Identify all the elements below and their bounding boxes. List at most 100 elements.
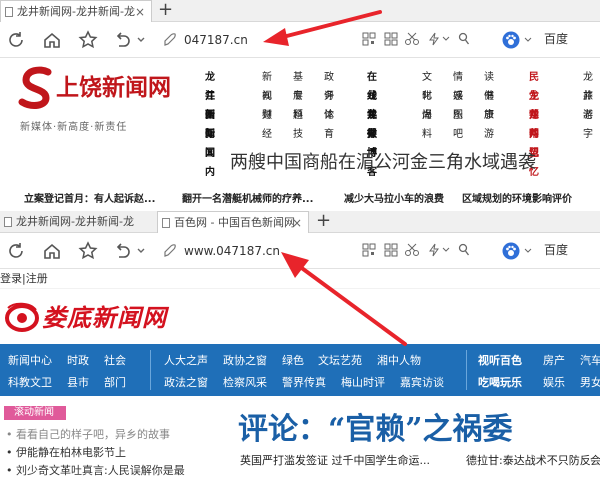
list-item[interactable]: • 伊能静在柏林电影节上 xyxy=(6,444,126,460)
nav-link[interactable]: 老字 xyxy=(583,106,593,144)
refresh-icon[interactable] xyxy=(4,28,28,52)
site2-emblem-icon xyxy=(5,302,39,332)
lightning-icon[interactable] xyxy=(428,32,440,46)
nav-divider xyxy=(150,350,151,390)
engine-dropdown-icon[interactable] xyxy=(524,247,532,255)
nav-link[interactable]: 图吧 xyxy=(453,106,463,144)
nav-link[interactable]: 社会 xyxy=(104,352,126,368)
nav-link[interactable]: 旅游 xyxy=(484,106,494,144)
nav-link[interactable]: 检察风采 xyxy=(223,374,267,390)
nav-link[interactable]: 房产 xyxy=(543,352,565,368)
nav-link[interactable]: 人大之声 xyxy=(164,352,208,368)
site1-subhead[interactable]: 区域规划的环境影响评价 xyxy=(462,190,572,205)
list-item[interactable]: • 刘少奇文革吐真言:人民误解你是最 xyxy=(6,462,185,478)
tab-longjing[interactable]: 龙井新闻网-龙井新闻-龙 xyxy=(0,211,152,233)
nav-link[interactable]: 新闻中心 xyxy=(8,352,52,368)
site2-logo-text: 娄底新闻网 xyxy=(42,303,167,332)
site1-slogan: 新媒体·新高度·新责任 xyxy=(20,122,128,133)
nav-link[interactable]: 政法之窗 xyxy=(164,374,208,390)
search-box[interactable]: 百度 xyxy=(500,239,600,263)
rolling-news-header: 滚动新闻 xyxy=(4,406,66,420)
site2-subhead[interactable]: 英国严打滥发签证 过千中国学生命运... xyxy=(240,452,430,468)
nav-link[interactable]: 科教文卫 xyxy=(8,374,52,390)
nav-link[interactable]: 时政 xyxy=(67,352,89,368)
site1-subhead[interactable]: 立案登记首月：有人起诉赵... xyxy=(24,190,155,205)
nav-link[interactable]: 湘中人物 xyxy=(377,352,421,368)
tab-baise[interactable]: 百色网 - 中国百色新闻网 × xyxy=(157,211,309,233)
favorite-star-icon[interactable] xyxy=(76,28,100,52)
site1-subhead[interactable]: 翻开一名潜艇机械师的疗养... xyxy=(182,190,313,205)
lightning-icon[interactable] xyxy=(428,243,440,257)
page-icon xyxy=(162,218,170,228)
page-icon xyxy=(4,217,12,227)
site1-subhead[interactable]: 减少大马拉小车的浪费 xyxy=(344,190,444,205)
engine-dropdown-icon[interactable] xyxy=(524,36,532,44)
nav-link[interactable]: 县市 xyxy=(67,374,89,390)
list-item[interactable]: • 看看自己的样子吧，异乡的故事 xyxy=(6,426,170,442)
annotation-arrow xyxy=(263,10,382,46)
new-tab-button[interactable]: + xyxy=(316,211,331,231)
nav-link[interactable]: 视听百色 xyxy=(478,352,522,368)
nav-link[interactable]: 文坛艺苑 xyxy=(318,352,362,368)
baidu-paw-icon xyxy=(502,242,520,260)
site2-headline[interactable]: 评论：“官赖”之祸委 xyxy=(238,404,513,448)
nav-link[interactable]: 政协之窗 xyxy=(223,352,267,368)
tab-label: 龙井新闻网-龙井新闻-龙 xyxy=(16,215,134,228)
nav-link[interactable]: 国际国内 xyxy=(205,106,215,182)
login-text: 登录|注册 xyxy=(0,272,48,285)
baidu-paw-icon xyxy=(502,31,520,49)
search-icon[interactable] xyxy=(458,32,470,46)
nav-link[interactable]: 科技 xyxy=(293,106,303,144)
nav-link[interactable]: 嘉宾访谈 xyxy=(400,374,444,390)
url-text: 047187.cn xyxy=(184,33,248,47)
nav-link[interactable]: 绿色 xyxy=(282,352,304,368)
scissors-icon[interactable] xyxy=(404,32,420,46)
home-icon[interactable] xyxy=(40,28,64,52)
refresh-icon[interactable] xyxy=(4,239,28,263)
nav-link[interactable]: 财经 xyxy=(262,106,272,144)
site1-page: 上饶新闻网 新媒体·新高度·新责任 龙井新闻 江西新闻 国际国内 新闻 视频 财… xyxy=(0,58,600,210)
nav-link[interactable]: 警界传真 xyxy=(282,374,326,390)
undo-icon[interactable] xyxy=(110,239,134,263)
rocket-icon xyxy=(164,33,176,46)
dropdown-icon[interactable] xyxy=(136,35,146,45)
search-engine-label: 百度 xyxy=(544,32,569,46)
nav-link[interactable]: 吃喝玩乐 xyxy=(478,374,522,390)
search-box[interactable]: 百度 xyxy=(500,28,600,52)
chevron-down-icon[interactable] xyxy=(442,35,450,43)
search-icon[interactable] xyxy=(458,243,470,257)
nav-link[interactable]: 梅山时评 xyxy=(341,374,385,390)
site2-subhead[interactable]: 会适当 xyxy=(590,452,600,468)
nav-link[interactable]: 爆料 xyxy=(422,106,432,144)
nav-link[interactable]: 男女 xyxy=(580,374,600,390)
rolling-news-panel: 滚动新闻 • 看看自己的样子吧，异乡的故事 • 伊能静在柏林电影节上 • 刘少奇… xyxy=(0,402,200,481)
site1-logo-text: 上饶新闻网 xyxy=(56,74,171,101)
site2-subhead[interactable]: 德拉甘:泰达战术不只防反 xyxy=(466,452,591,468)
url-text: www.047187.cn xyxy=(184,244,280,258)
site1-logo[interactable]: 上饶新闻网 新媒体·新高度·新责任 xyxy=(18,66,193,133)
rocket-icon xyxy=(164,244,176,257)
site2-nav: 新闻中心 时政 社会 科教文卫 县市 部门 人大之声 政协之窗 绿色 文坛艺苑 … xyxy=(0,344,600,396)
nav-divider xyxy=(466,350,467,390)
nav-link[interactable]: 部门 xyxy=(104,374,126,390)
annotation-arrow xyxy=(281,252,407,346)
nav-link[interactable]: 体育 xyxy=(324,106,334,144)
page-icon xyxy=(5,7,13,17)
tab-longjing[interactable]: 龙井新闻网-龙井新闻-龙 × xyxy=(0,0,152,22)
s-logo-icon xyxy=(18,66,52,109)
chevron-down-icon[interactable] xyxy=(442,246,450,254)
site1-headline[interactable]: 两艘中国商船在湄公河金三角水域遇袭 xyxy=(230,148,536,174)
tab-label: 百色网 - 中国百色新闻网 xyxy=(174,216,295,229)
favorite-star-icon[interactable] xyxy=(76,239,100,263)
undo-icon[interactable] xyxy=(110,28,134,52)
home-icon[interactable] xyxy=(40,239,64,263)
tab-label: 龙井新闻网-龙井新闻-龙 xyxy=(17,5,135,18)
nav-link[interactable]: 汽车 xyxy=(580,352,600,368)
grid-icon[interactable] xyxy=(384,32,398,46)
nav-link[interactable]: 娱乐 xyxy=(543,374,565,390)
close-tab-icon[interactable]: × xyxy=(135,1,145,22)
new-tab-button[interactable]: + xyxy=(158,0,173,20)
tab-bar: 龙井新闻网-龙井新闻-龙 百色网 - 中国百色新闻网 × + xyxy=(0,211,600,233)
dropdown-icon[interactable] xyxy=(136,246,146,256)
close-tab-icon[interactable]: × xyxy=(292,212,302,233)
